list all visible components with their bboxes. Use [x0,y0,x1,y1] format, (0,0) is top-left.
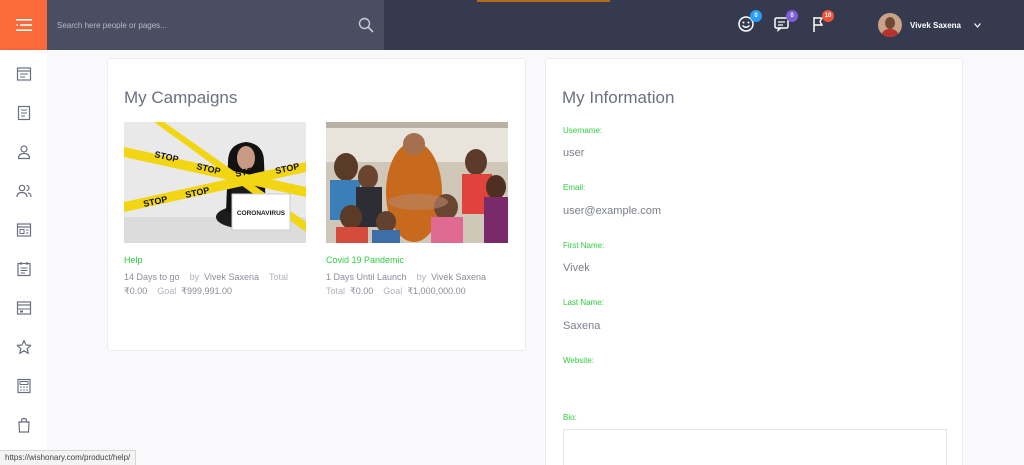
last-name-label: Last Name: [563,298,604,307]
sidebar-item-friends[interactable] [16,183,32,199]
email-label: Email: [563,183,586,192]
menu-toggle-button[interactable] [0,0,47,50]
stop-tape-photo: STOP STOP STOP STOP STOP STOP CORONAVIRU… [124,122,306,243]
chevron-down-icon [974,22,981,28]
sidebar-item-groups[interactable] [16,300,32,316]
campaigns-title: My Campaigns [124,88,238,107]
campaign-goal: ₹999,991.00 [181,286,233,296]
sidebar-item-funding[interactable] [16,378,32,394]
calendar-icon [17,262,31,277]
username-value: user [563,147,585,159]
dashboard-icon [16,67,32,81]
user-name: Vivek Saxena [910,20,962,30]
total-label: Total [326,286,346,296]
avatar [878,13,902,37]
website-label: Website: [563,356,594,365]
search-bar [47,0,384,50]
browser-icon [16,223,32,237]
notification-smiley-button[interactable]: 0 [737,10,762,35]
campaigns-card: My Campaigns STOP STOP STOP STOP STOP ST… [107,58,526,351]
sidebar-item-posts[interactable] [16,105,32,121]
main-content: My Campaigns STOP STOP STOP STOP STOP ST… [47,50,1024,465]
sidebar-item-profile[interactable] [16,144,32,160]
campaign-image[interactable] [326,122,508,243]
email-value: user@example.com [563,205,661,217]
campaign-funds: ₹0.00 Goal ₹999,991.00 [124,286,232,297]
calculator-icon [17,378,31,394]
alert-badge: 10 [822,10,834,22]
total-label: Total [268,272,288,282]
sidebar-item-dashboard[interactable] [16,66,32,82]
loading-indicator [477,0,610,2]
sidebar-item-favorites[interactable] [16,339,32,355]
sidebar [0,50,47,465]
user-icon [17,145,31,160]
campaign-title-link[interactable]: Covid 19 Pandemic [326,255,404,265]
campaign-card-covid: Covid 19 Pandemic 1 Days Until Launch by… [326,122,508,296]
sidebar-item-events[interactable] [16,261,32,277]
document-icon [17,105,31,121]
notification-badge: 0 [750,10,762,22]
goal-label: Goal [157,286,177,296]
bio-textbox[interactable] [563,429,947,465]
notification-flag-button[interactable]: 10 [809,10,834,35]
top-navbar: 0 0 10 Vivek Saxena [0,0,1024,50]
campaign-days: 14 Days to go [124,272,180,282]
bio-label: Bio: [563,413,577,422]
notification-chat-button[interactable]: 0 [773,10,798,35]
user-menu[interactable]: Vivek Saxena [878,13,981,37]
last-name-value: Saxena [563,320,601,332]
username-label: Username: [563,126,603,135]
information-title: My Information [562,88,675,107]
first-name-label: First Name: [563,241,605,250]
sign-text: CORONAVIRUS [237,210,286,217]
search-icon[interactable] [358,17,374,33]
campaign-author[interactable]: Vivek Saxena [431,272,486,282]
campaign-meta: 1 Days Until Launch by Vivek Saxena [326,272,486,282]
by-label: by [416,272,427,282]
campaign-image[interactable]: STOP STOP STOP STOP STOP STOP CORONAVIRU… [124,122,306,243]
sidebar-item-pages[interactable] [16,222,32,238]
campaign-card-help: STOP STOP STOP STOP STOP STOP CORONAVIRU… [124,122,306,296]
first-name-value: Vivek [563,262,590,274]
hamburger-icon [15,19,32,31]
campaign-total: ₹0.00 [350,286,374,296]
campaign-title-link[interactable]: Help [124,255,143,265]
campaign-goal: ₹1,000,000.00 [407,286,466,296]
goal-label: Goal [383,286,403,296]
users-icon [16,184,32,198]
campaign-total: ₹0.00 [124,286,148,296]
monk-children-photo [326,122,508,243]
message-badge: 0 [786,10,798,22]
search-input[interactable] [47,0,358,50]
information-card: My Information Username: user Email: use… [545,58,963,465]
status-bar-url: https://wishonary.com/product/help/ [0,450,137,465]
window-icon [16,301,32,315]
campaign-author[interactable]: Vivek Saxena [204,272,259,282]
bag-icon [18,417,30,433]
campaign-meta: 14 Days to go by Vivek Saxena Total [124,272,288,282]
campaign-days: 1 Days Until Launch [326,272,407,282]
star-icon [16,339,32,354]
campaign-funds: Total ₹0.00 Goal ₹1,000,000.00 [326,286,466,297]
sidebar-item-shop[interactable] [16,417,32,433]
by-label: by [189,272,200,282]
